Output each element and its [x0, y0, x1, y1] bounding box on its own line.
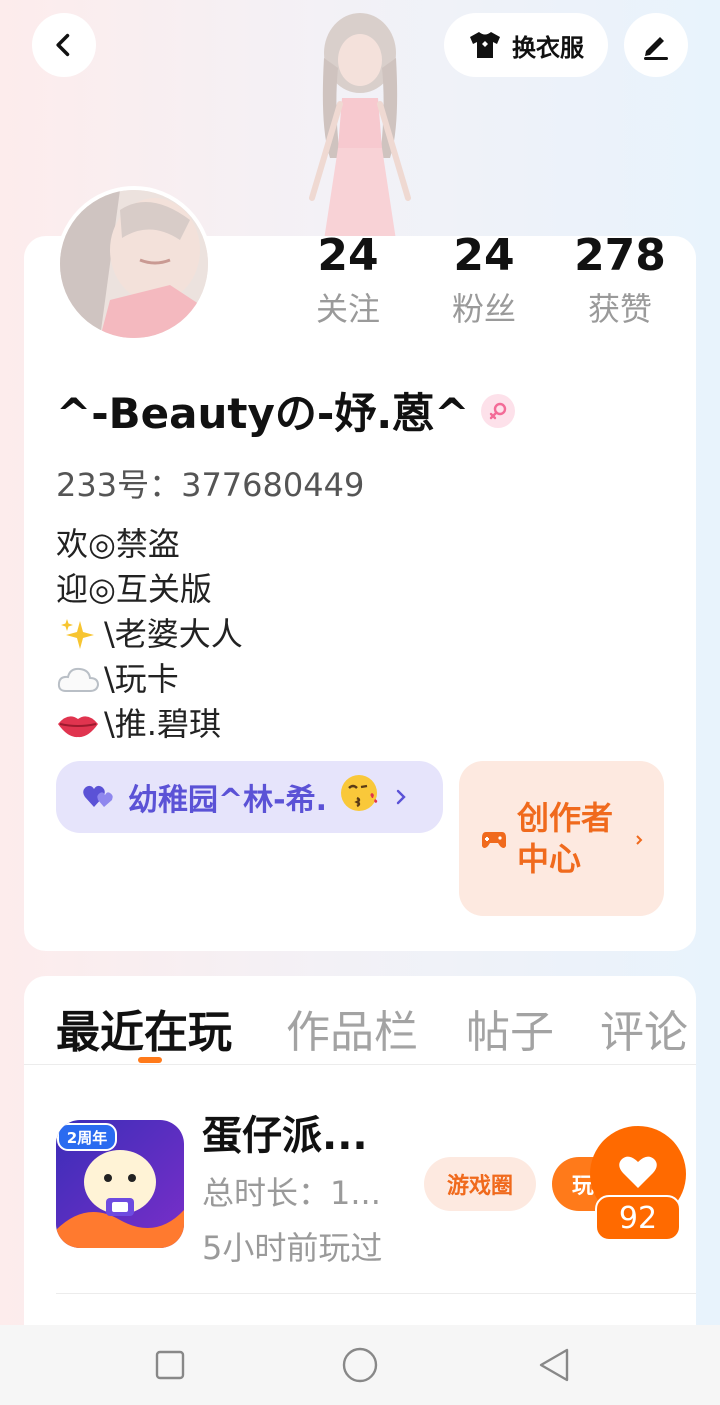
female-icon	[481, 393, 516, 428]
change-outfit-button[interactable]: 换衣服	[444, 13, 608, 77]
bio-line: \玩卡	[56, 657, 243, 702]
game-icon-badge: 2周年	[67, 1129, 107, 1147]
followers-stat[interactable]: 24 粉丝	[424, 228, 544, 334]
bio-line: 欢◎禁盗	[56, 525, 180, 563]
likes-count: 278	[574, 230, 666, 281]
bio-line: \老婆大人	[56, 612, 243, 657]
username-text: ^-Beautyの-妤.蒽^	[56, 389, 470, 438]
gamepad-icon	[482, 831, 506, 848]
following-count: 24	[317, 230, 379, 281]
divider	[56, 1293, 696, 1294]
square-icon	[155, 1350, 185, 1380]
double-heart-icon	[83, 785, 113, 807]
family-group-label: 幼稚园^林-希.	[128, 783, 327, 818]
creator-center-button[interactable]: 创作者中心	[459, 761, 664, 916]
username: ^-Beautyの-妤.蒽^	[56, 380, 516, 441]
back-nav-button[interactable]	[534, 1345, 574, 1385]
game-circle-button[interactable]: 游戏圈	[424, 1157, 536, 1211]
tshirt-icon	[470, 32, 500, 58]
sparkles-icon	[56, 615, 100, 655]
tab-recently-played[interactable]: 最近在玩	[56, 996, 232, 1060]
like-count: 92	[595, 1195, 681, 1241]
family-group-chip[interactable]: 幼稚园^林-希.	[56, 761, 443, 833]
tab-posts[interactable]: 帖子	[466, 996, 554, 1060]
game-icon[interactable]: 2周年	[56, 1120, 184, 1248]
followers-count: 24	[453, 230, 515, 281]
user-id: 233号：377680449	[56, 466, 365, 504]
bio-line: 迎◎互关版	[56, 570, 212, 608]
followers-label: 粉丝	[451, 290, 516, 328]
cloud-icon	[56, 660, 100, 700]
likes-stat[interactable]: 278 获赞	[560, 228, 680, 334]
pen-icon	[644, 37, 668, 60]
chevron-right-icon	[393, 780, 409, 815]
edit-profile-button[interactable]	[624, 13, 688, 77]
divider	[24, 1064, 696, 1065]
following-label: 关注	[315, 290, 380, 328]
3d-character-avatar[interactable]	[290, 8, 430, 240]
lips-icon	[56, 705, 100, 745]
likes-label: 获赞	[587, 290, 652, 328]
creator-center-label: 创作者中心	[517, 798, 614, 878]
back-button[interactable]	[32, 13, 96, 77]
bio-line: \推.碧琪	[56, 702, 243, 747]
home-button[interactable]	[340, 1345, 380, 1385]
chevron-right-icon	[635, 820, 645, 858]
bio: 欢◎禁盗 迎◎互关版 \老婆大人 \玩卡 \推.碧琪	[56, 522, 243, 747]
chevron-left-icon	[56, 33, 70, 57]
tab-works[interactable]: 作品栏	[286, 996, 418, 1060]
tab-comments[interactable]: 评论	[600, 996, 688, 1060]
heart-icon	[619, 1156, 657, 1188]
triangle-back-icon	[539, 1348, 569, 1382]
following-stat[interactable]: 24 关注	[288, 228, 408, 334]
game-title[interactable]: 蛋仔派...	[202, 1103, 368, 1161]
avatar[interactable]	[56, 186, 212, 342]
game-last-played: 5小时前玩过	[202, 1229, 383, 1267]
circle-icon	[342, 1347, 378, 1383]
system-nav-bar	[0, 1325, 720, 1405]
change-outfit-label: 换衣服	[512, 33, 584, 62]
kiss-emoji-icon	[339, 772, 381, 822]
active-tab-indicator	[138, 1057, 162, 1063]
recent-apps-button[interactable]	[150, 1345, 190, 1385]
game-duration: 总时长：1...	[202, 1174, 381, 1212]
